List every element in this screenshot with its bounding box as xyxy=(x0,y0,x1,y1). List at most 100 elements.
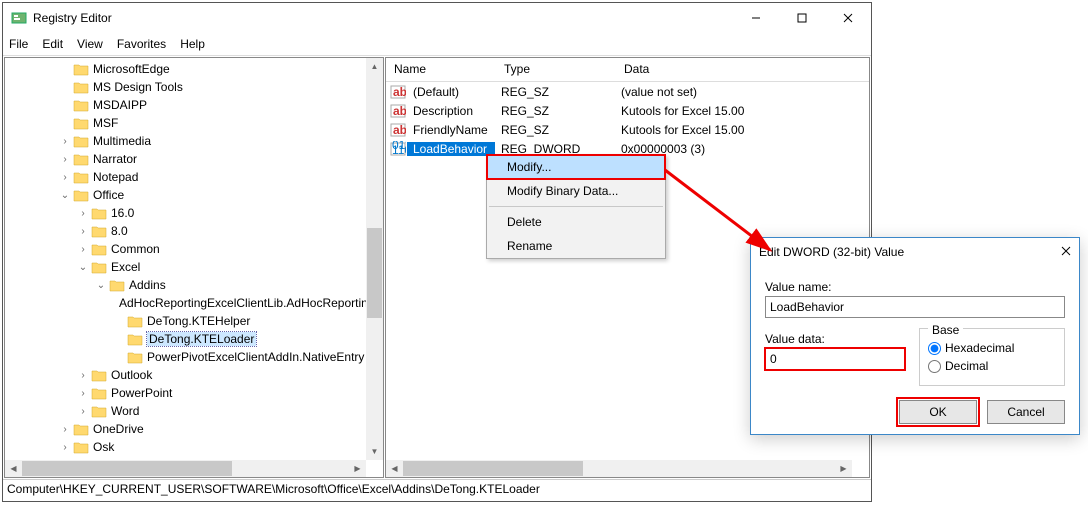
tree-item-label: Outlook xyxy=(111,368,152,382)
tree-item[interactable]: MSDAIPP xyxy=(5,96,383,114)
tree-item-label: 16.0 xyxy=(111,206,134,220)
string-value-icon: ab xyxy=(389,84,407,100)
tree-scrollbar-v[interactable]: ▲ ▼ xyxy=(366,58,383,460)
ok-button[interactable]: OK xyxy=(899,400,977,424)
tree-item-label: DeTong.KTELoader xyxy=(147,332,256,346)
list-row[interactable]: abFriendlyNameREG_SZKutools for Excel 15… xyxy=(386,120,869,139)
radio-hex-input[interactable] xyxy=(928,342,941,355)
registry-editor-window: Registry Editor File Edit View Favorites… xyxy=(2,2,872,502)
tree-item-label: MS Design Tools xyxy=(93,80,183,94)
list-header-type[interactable]: Type xyxy=(496,58,616,81)
menu-item[interactable]: Modify Binary Data... xyxy=(487,179,665,203)
statusbar: Computer\HKEY_CURRENT_USER\SOFTWARE\Micr… xyxy=(3,479,871,499)
list-cell-type: REG_SZ xyxy=(495,85,615,99)
tree-item[interactable]: ⌄Office xyxy=(5,186,383,204)
list-scrollbar-h[interactable]: ◀ ▶ xyxy=(386,460,852,477)
tree-item-label: Osk xyxy=(93,440,114,454)
menu-view[interactable]: View xyxy=(77,37,103,51)
tree-item[interactable]: MS Design Tools xyxy=(5,78,383,96)
radio-decimal[interactable]: Decimal xyxy=(928,359,1056,373)
svg-text:110: 110 xyxy=(392,143,406,157)
tree-item[interactable]: ›Narrator xyxy=(5,150,383,168)
window-title: Registry Editor xyxy=(33,11,733,25)
tree-item[interactable]: ⌄Addins xyxy=(5,276,383,294)
dialog-title: Edit DWORD (32-bit) Value xyxy=(759,245,1061,259)
dialog-close-button[interactable] xyxy=(1061,245,1071,259)
tree-item[interactable]: ›PowerPoint xyxy=(5,384,383,402)
menu-favorites[interactable]: Favorites xyxy=(117,37,166,51)
window-buttons xyxy=(733,3,871,33)
tree-item-label: Word xyxy=(111,404,139,418)
titlebar: Registry Editor xyxy=(3,3,871,33)
value-name-field xyxy=(765,296,1065,318)
radio-hexadecimal[interactable]: Hexadecimal xyxy=(928,341,1056,355)
tree-item-label: MicrosoftEdge xyxy=(93,62,170,76)
minimize-button[interactable] xyxy=(733,3,779,33)
menu-separator xyxy=(489,206,663,207)
tree-pane[interactable]: MicrosoftEdge MS Design Tools MSDAIPP MSF ›M… xyxy=(4,57,384,478)
list-cell-name: LoadBehavior xyxy=(407,142,495,156)
cancel-button[interactable]: Cancel xyxy=(987,400,1065,424)
maximize-button[interactable] xyxy=(779,3,825,33)
tree-scrollbar-h[interactable]: ◀ ▶ xyxy=(5,460,366,477)
tree-item-label: Narrator xyxy=(93,152,137,166)
list-cell-type: REG_SZ xyxy=(495,104,615,118)
tree-item[interactable]: MicrosoftEdge xyxy=(5,60,383,78)
tree-item-label: MSF xyxy=(93,116,118,130)
value-data-field[interactable] xyxy=(765,348,905,370)
tree-item-label: Common xyxy=(111,242,160,256)
list-header-data[interactable]: Data xyxy=(616,58,869,81)
tree-item-label: 8.0 xyxy=(111,224,128,238)
tree-item-label: Office xyxy=(93,188,124,202)
tree-item[interactable]: ⌄Excel xyxy=(5,258,383,276)
tree-item[interactable]: ›Multimedia xyxy=(5,132,383,150)
svg-text:ab: ab xyxy=(393,123,406,137)
list-cell-data: (value not set) xyxy=(615,85,703,99)
tree-item-label: PowerPivotExcelClientAddIn.NativeEntry xyxy=(147,350,364,364)
tree-item-label: Multimedia xyxy=(93,134,151,148)
tree-item[interactable]: ›Outlook xyxy=(5,366,383,384)
string-value-icon: ab xyxy=(389,103,407,119)
tree-item[interactable]: MSF xyxy=(5,114,383,132)
tree-item[interactable]: DeTong.KTEHelper xyxy=(5,312,383,330)
edit-dword-dialog: Edit DWORD (32-bit) Value Value name: Va… xyxy=(750,237,1080,435)
menu-file[interactable]: File xyxy=(9,37,28,51)
tree-item-label: PowerPoint xyxy=(111,386,172,400)
tree-item[interactable]: ›Osk xyxy=(5,438,383,456)
svg-text:ab: ab xyxy=(393,85,406,99)
context-menu: Modify...Modify Binary Data... DeleteRena… xyxy=(486,154,666,259)
tree-item[interactable]: ›Common xyxy=(5,240,383,258)
tree-item-label: Notepad xyxy=(93,170,138,184)
menu-edit[interactable]: Edit xyxy=(42,37,63,51)
tree-item[interactable]: PowerPivotExcelClientAddIn.NativeEntry xyxy=(5,348,383,366)
menubar: File Edit View Favorites Help xyxy=(3,33,871,55)
list-header-name[interactable]: Name xyxy=(386,58,496,81)
base-fieldset: Base Hexadecimal Decimal xyxy=(919,328,1065,386)
tree-item[interactable]: DeTong.KTELoader xyxy=(5,330,383,348)
tree-item[interactable]: ›8.0 xyxy=(5,222,383,240)
radio-dec-input[interactable] xyxy=(928,360,941,373)
dialog-titlebar: Edit DWORD (32-bit) Value xyxy=(751,238,1079,266)
menu-item[interactable]: Delete xyxy=(487,210,665,234)
value-name-label: Value name: xyxy=(765,280,1065,294)
binary-value-icon: 011110 xyxy=(389,141,407,157)
tree-item-label: MSDAIPP xyxy=(93,98,147,112)
string-value-icon: ab xyxy=(389,122,407,138)
list-cell-name: FriendlyName xyxy=(407,123,495,137)
tree-item[interactable]: ›Notepad xyxy=(5,168,383,186)
menu-help[interactable]: Help xyxy=(180,37,205,51)
tree-item[interactable]: AdHocReportingExcelClientLib.AdHocReport… xyxy=(5,294,383,312)
list-row[interactable]: ab(Default)REG_SZ(value not set) xyxy=(386,82,869,101)
list-cell-type: REG_SZ xyxy=(495,123,615,137)
tree-item[interactable]: ›OneDrive xyxy=(5,420,383,438)
list-cell-data: Kutools for Excel 15.00 xyxy=(615,104,750,118)
close-button[interactable] xyxy=(825,3,871,33)
tree-item[interactable]: ›Word xyxy=(5,402,383,420)
tree-item[interactable]: ›16.0 xyxy=(5,204,383,222)
menu-item[interactable]: Modify... xyxy=(487,155,665,179)
list-header: Name Type Data xyxy=(386,58,869,82)
list-row[interactable]: abDescriptionREG_SZKutools for Excel 15.… xyxy=(386,101,869,120)
list-cell-name: Description xyxy=(407,104,495,118)
list-cell-name: (Default) xyxy=(407,85,495,99)
menu-item[interactable]: Rename xyxy=(487,234,665,258)
